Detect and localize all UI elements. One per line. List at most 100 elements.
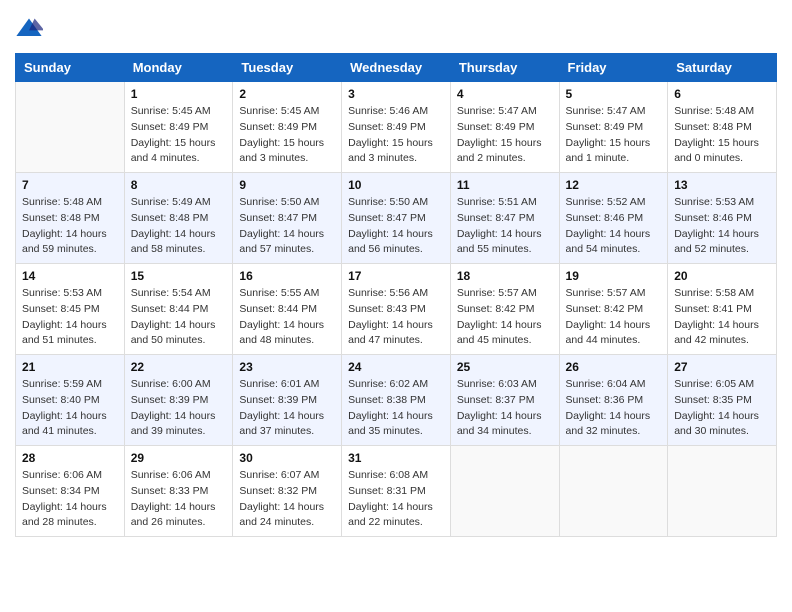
- calendar-cell: 12 Sunrise: 5:52 AM Sunset: 8:46 PM Dayli…: [559, 173, 668, 264]
- day-info: Sunrise: 6:02 AM Sunset: 8:38 PM Dayligh…: [348, 377, 444, 440]
- day-info: Sunrise: 5:47 AM Sunset: 8:49 PM Dayligh…: [457, 104, 553, 167]
- day-number: 29: [131, 451, 227, 465]
- day-info: Sunrise: 6:05 AM Sunset: 8:35 PM Dayligh…: [674, 377, 770, 440]
- day-number: 13: [674, 178, 770, 192]
- calendar-cell: 17Sunrise: 5:56 AM Sunset: 8:43 PM Dayli…: [342, 264, 451, 355]
- day-info: Sunrise: 5:58 AM Sunset: 8:41 PM Dayligh…: [674, 286, 770, 349]
- day-info: Sunrise: 5:53 AM Sunset: 8:45 PM Dayligh…: [22, 286, 118, 349]
- header-monday: Monday: [124, 54, 233, 82]
- day-number: 9: [239, 178, 335, 192]
- week-row-2: 7 Sunrise: 5:48 AM Sunset: 8:48 PM Daylig…: [16, 173, 777, 264]
- calendar-cell: 29 Sunrise: 6:06 AM Sunset: 8:33 PM Dayli…: [124, 446, 233, 537]
- day-info: Sunrise: 5:57 AM Sunset: 8:42 PM Dayligh…: [457, 286, 553, 349]
- day-number: 26: [566, 360, 662, 374]
- day-info: Sunrise: 6:00 AM Sunset: 8:39 PM Dayligh…: [131, 377, 227, 440]
- day-number: 18: [457, 269, 553, 283]
- header-sunday: Sunday: [16, 54, 125, 82]
- day-info: Sunrise: 6:08 AM Sunset: 8:31 PM Dayligh…: [348, 468, 444, 531]
- day-info: Sunrise: 5:51 AM Sunset: 8:47 PM Dayligh…: [457, 195, 553, 258]
- day-info: Sunrise: 5:47 AM Sunset: 8:49 PM Dayligh…: [566, 104, 662, 167]
- day-info: Sunrise: 5:49 AM Sunset: 8:48 PM Dayligh…: [131, 195, 227, 258]
- day-number: 30: [239, 451, 335, 465]
- calendar-body: 1 Sunrise: 5:45 AM Sunset: 8:49 PM Daylig…: [16, 82, 777, 537]
- calendar-cell: 13 Sunrise: 5:53 AM Sunset: 8:46 PM Dayli…: [668, 173, 777, 264]
- calendar-cell: 21Sunrise: 5:59 AM Sunset: 8:40 PM Dayli…: [16, 355, 125, 446]
- header-thursday: Thursday: [450, 54, 559, 82]
- calendar-cell: 4 Sunrise: 5:47 AM Sunset: 8:49 PM Daylig…: [450, 82, 559, 173]
- day-number: 14: [22, 269, 118, 283]
- week-row-5: 28Sunrise: 6:06 AM Sunset: 8:34 PM Dayli…: [16, 446, 777, 537]
- day-number: 6: [674, 87, 770, 101]
- day-number: 5: [566, 87, 662, 101]
- day-info: Sunrise: 6:06 AM Sunset: 8:33 PM Dayligh…: [131, 468, 227, 531]
- day-number: 12: [566, 178, 662, 192]
- day-number: 20: [674, 269, 770, 283]
- calendar-header: SundayMondayTuesdayWednesdayThursdayFrid…: [16, 54, 777, 82]
- logo: [15, 15, 47, 43]
- day-number: 27: [674, 360, 770, 374]
- day-number: 2: [239, 87, 335, 101]
- day-number: 3: [348, 87, 444, 101]
- day-number: 4: [457, 87, 553, 101]
- day-number: 31: [348, 451, 444, 465]
- calendar-table: SundayMondayTuesdayWednesdayThursdayFrid…: [15, 53, 777, 537]
- calendar-cell: 23Sunrise: 6:01 AM Sunset: 8:39 PM Dayli…: [233, 355, 342, 446]
- calendar-cell: 26 Sunrise: 6:04 AM Sunset: 8:36 PM Dayli…: [559, 355, 668, 446]
- logo-icon: [15, 15, 43, 43]
- day-number: 22: [131, 360, 227, 374]
- header-friday: Friday: [559, 54, 668, 82]
- calendar-cell: 27 Sunrise: 6:05 AM Sunset: 8:35 PM Dayli…: [668, 355, 777, 446]
- day-info: Sunrise: 5:50 AM Sunset: 8:47 PM Dayligh…: [348, 195, 444, 258]
- day-number: 21: [22, 360, 118, 374]
- calendar-cell: 6 Sunrise: 5:48 AM Sunset: 8:48 PM Daylig…: [668, 82, 777, 173]
- day-number: 19: [566, 269, 662, 283]
- day-info: Sunrise: 6:03 AM Sunset: 8:37 PM Dayligh…: [457, 377, 553, 440]
- calendar-cell: 14 Sunrise: 5:53 AM Sunset: 8:45 PM Dayli…: [16, 264, 125, 355]
- calendar-cell: 25 Sunrise: 6:03 AM Sunset: 8:37 PM Dayli…: [450, 355, 559, 446]
- calendar-cell: [450, 446, 559, 537]
- day-info: Sunrise: 5:48 AM Sunset: 8:48 PM Dayligh…: [674, 104, 770, 167]
- calendar-cell: 24 Sunrise: 6:02 AM Sunset: 8:38 PM Dayli…: [342, 355, 451, 446]
- day-info: Sunrise: 5:45 AM Sunset: 8:49 PM Dayligh…: [239, 104, 335, 167]
- day-info: Sunrise: 5:52 AM Sunset: 8:46 PM Dayligh…: [566, 195, 662, 258]
- day-number: 15: [131, 269, 227, 283]
- calendar-cell: 20 Sunrise: 5:58 AM Sunset: 8:41 PM Dayli…: [668, 264, 777, 355]
- day-number: 23: [239, 360, 335, 374]
- calendar-cell: [668, 446, 777, 537]
- calendar-cell: 3 Sunrise: 5:46 AM Sunset: 8:49 PM Daylig…: [342, 82, 451, 173]
- day-info: Sunrise: 5:57 AM Sunset: 8:42 PM Dayligh…: [566, 286, 662, 349]
- day-number: 28: [22, 451, 118, 465]
- day-number: 11: [457, 178, 553, 192]
- day-number: 7: [22, 178, 118, 192]
- header-wednesday: Wednesday: [342, 54, 451, 82]
- day-info: Sunrise: 5:55 AM Sunset: 8:44 PM Dayligh…: [239, 286, 335, 349]
- day-number: 16: [239, 269, 335, 283]
- day-number: 1: [131, 87, 227, 101]
- header-saturday: Saturday: [668, 54, 777, 82]
- day-info: Sunrise: 5:46 AM Sunset: 8:49 PM Dayligh…: [348, 104, 444, 167]
- calendar-cell: 8Sunrise: 5:49 AM Sunset: 8:48 PM Daylig…: [124, 173, 233, 264]
- day-info: Sunrise: 5:54 AM Sunset: 8:44 PM Dayligh…: [131, 286, 227, 349]
- calendar-cell: [16, 82, 125, 173]
- day-info: Sunrise: 6:07 AM Sunset: 8:32 PM Dayligh…: [239, 468, 335, 531]
- page-header: [15, 15, 777, 43]
- header-row: SundayMondayTuesdayWednesdayThursdayFrid…: [16, 54, 777, 82]
- calendar-cell: 30 Sunrise: 6:07 AM Sunset: 8:32 PM Dayli…: [233, 446, 342, 537]
- calendar-cell: 28Sunrise: 6:06 AM Sunset: 8:34 PM Dayli…: [16, 446, 125, 537]
- day-info: Sunrise: 5:53 AM Sunset: 8:46 PM Dayligh…: [674, 195, 770, 258]
- week-row-4: 21Sunrise: 5:59 AM Sunset: 8:40 PM Dayli…: [16, 355, 777, 446]
- day-info: Sunrise: 5:45 AM Sunset: 8:49 PM Dayligh…: [131, 104, 227, 167]
- calendar-cell: 11 Sunrise: 5:51 AM Sunset: 8:47 PM Dayli…: [450, 173, 559, 264]
- calendar-cell: 15 Sunrise: 5:54 AM Sunset: 8:44 PM Dayli…: [124, 264, 233, 355]
- week-row-1: 1 Sunrise: 5:45 AM Sunset: 8:49 PM Daylig…: [16, 82, 777, 173]
- header-tuesday: Tuesday: [233, 54, 342, 82]
- calendar-cell: 2 Sunrise: 5:45 AM Sunset: 8:49 PM Daylig…: [233, 82, 342, 173]
- day-number: 25: [457, 360, 553, 374]
- calendar-cell: 5 Sunrise: 5:47 AM Sunset: 8:49 PM Daylig…: [559, 82, 668, 173]
- day-number: 10: [348, 178, 444, 192]
- day-info: Sunrise: 5:48 AM Sunset: 8:48 PM Dayligh…: [22, 195, 118, 258]
- day-number: 24: [348, 360, 444, 374]
- calendar-cell: [559, 446, 668, 537]
- calendar-cell: 16 Sunrise: 5:55 AM Sunset: 8:44 PM Dayli…: [233, 264, 342, 355]
- day-info: Sunrise: 6:04 AM Sunset: 8:36 PM Dayligh…: [566, 377, 662, 440]
